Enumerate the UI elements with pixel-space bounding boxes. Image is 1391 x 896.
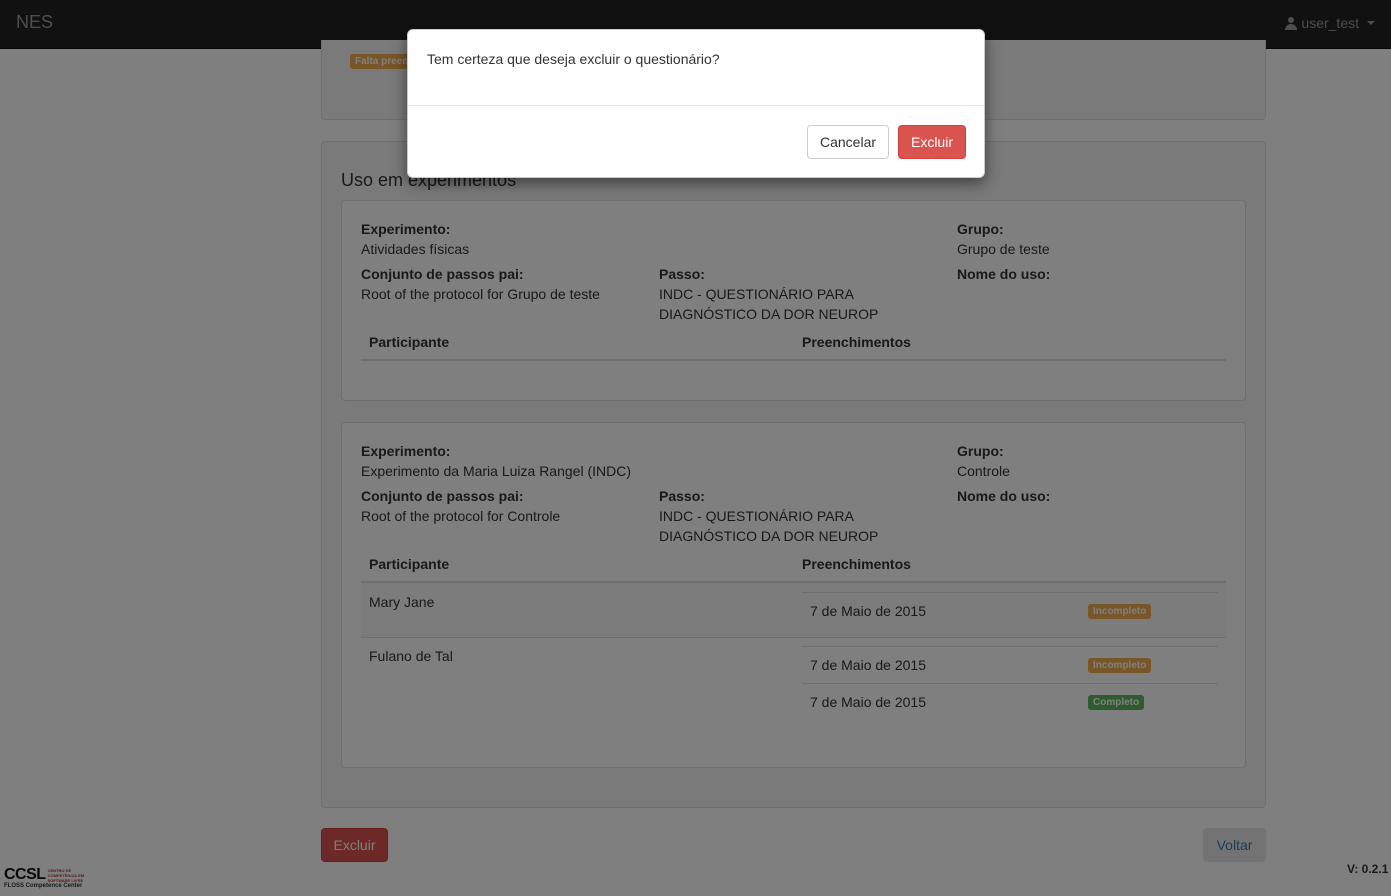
modal-message: Tem certeza que deseja excluir o questio…: [427, 51, 720, 67]
modal-divider: [408, 105, 984, 106]
confirm-delete-modal: Tem certeza que deseja excluir o questio…: [407, 29, 985, 178]
cancel-button[interactable]: Cancelar: [807, 125, 889, 159]
confirm-delete-button[interactable]: Excluir: [898, 125, 966, 159]
